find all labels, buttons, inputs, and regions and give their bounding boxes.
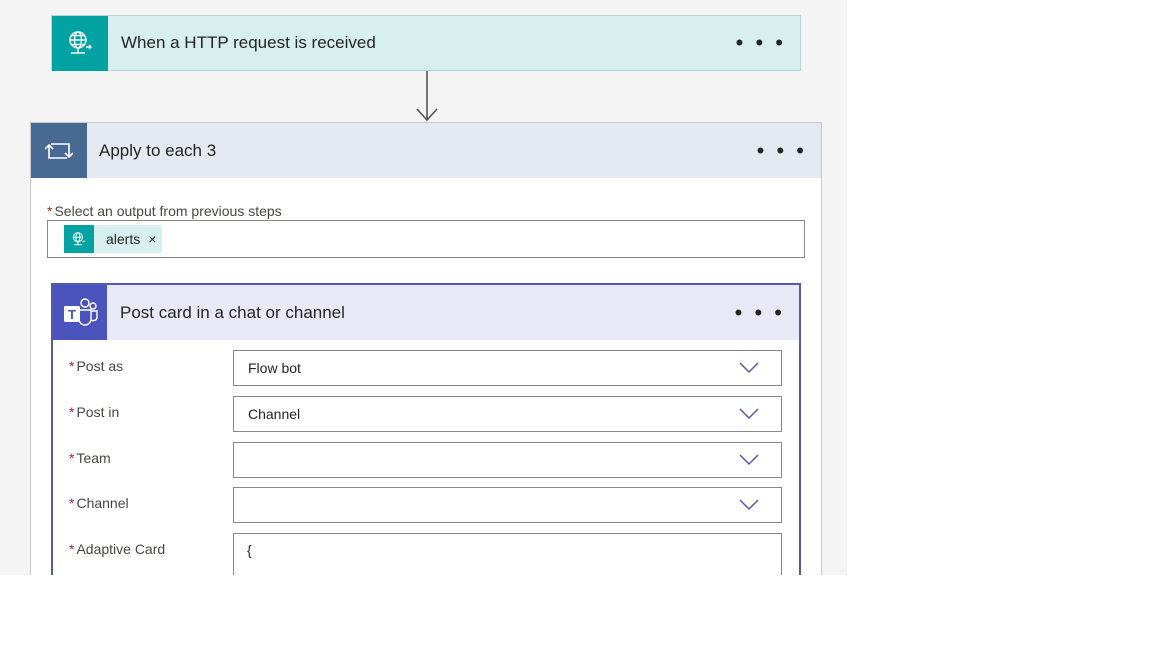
post-card-action: T Post card in a chat or channel • • • *…: [51, 283, 801, 575]
post-as-label: * Post as: [69, 358, 124, 374]
token-label: alerts: [106, 231, 141, 247]
apply-more-menu-icon[interactable]: • • •: [757, 139, 821, 162]
trigger-card[interactable]: When a HTTP request is received • • •: [51, 15, 801, 71]
post-card-header[interactable]: T Post card in a chat or channel • • •: [53, 285, 799, 340]
chevron-down-icon: [739, 362, 759, 374]
token-remove-icon[interactable]: ×: [148, 231, 156, 247]
post-more-menu-icon[interactable]: • • •: [735, 301, 799, 324]
post-card-title: Post card in a chat or channel: [120, 302, 345, 322]
apply-to-each-card: Apply to each 3 • • • * Select an output …: [30, 122, 822, 575]
globe-token-icon: [64, 225, 94, 253]
trigger-title: When a HTTP request is received: [121, 33, 376, 52]
apply-to-each-title: Apply to each 3: [99, 140, 217, 160]
alerts-token[interactable]: alerts ×: [64, 225, 163, 253]
post-in-dropdown[interactable]: Channel: [233, 396, 782, 432]
output-field-label: * Select an output from previous steps: [47, 203, 282, 219]
required-marker: *: [47, 203, 53, 219]
chevron-down-icon: [739, 454, 759, 466]
channel-dropdown[interactable]: [233, 487, 782, 523]
svg-text:T: T: [68, 307, 76, 322]
chevron-down-icon: [739, 499, 759, 511]
teams-icon: T: [53, 285, 107, 340]
post-as-dropdown[interactable]: Flow bot: [233, 350, 782, 386]
connector-arrow-icon: [416, 71, 438, 122]
flow-canvas: When a HTTP request is received • • • Ap…: [0, 0, 847, 575]
adaptive-card-label: * Adaptive Card: [69, 541, 166, 557]
loop-icon: [31, 123, 87, 178]
post-in-value: Channel: [248, 406, 301, 422]
channel-label: * Channel: [69, 495, 129, 511]
apply-to-each-header[interactable]: Apply to each 3 • • •: [31, 123, 821, 178]
team-dropdown[interactable]: [233, 442, 782, 478]
post-in-label: * Post in: [69, 404, 120, 420]
adaptive-card-editor[interactable]: {: [233, 533, 782, 575]
post-as-value: Flow bot: [248, 360, 301, 376]
trigger-more-menu-icon[interactable]: • • •: [736, 32, 800, 54]
output-input[interactable]: alerts ×: [47, 220, 805, 258]
globe-arrow-icon: [52, 15, 108, 71]
chevron-down-icon: [739, 408, 759, 420]
team-label: * Team: [69, 450, 111, 466]
